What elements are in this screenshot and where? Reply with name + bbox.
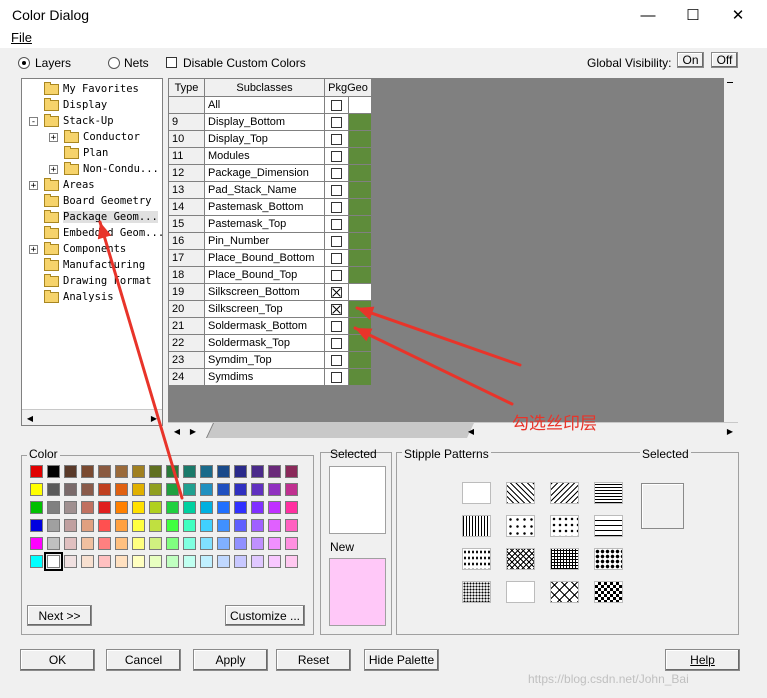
annotation-text: 勾选丝印层 <box>512 414 597 433</box>
annotation-arrow-line <box>98 220 184 500</box>
annotation-arrow-head <box>357 306 375 320</box>
watermark: https://blog.csdn.net/John_Bai <box>528 672 689 686</box>
annotation-arrows <box>97 220 522 500</box>
annotation-arrow-line <box>355 306 522 367</box>
annotation-arrow-head <box>97 222 112 240</box>
annotation-arrow-line <box>353 326 514 406</box>
